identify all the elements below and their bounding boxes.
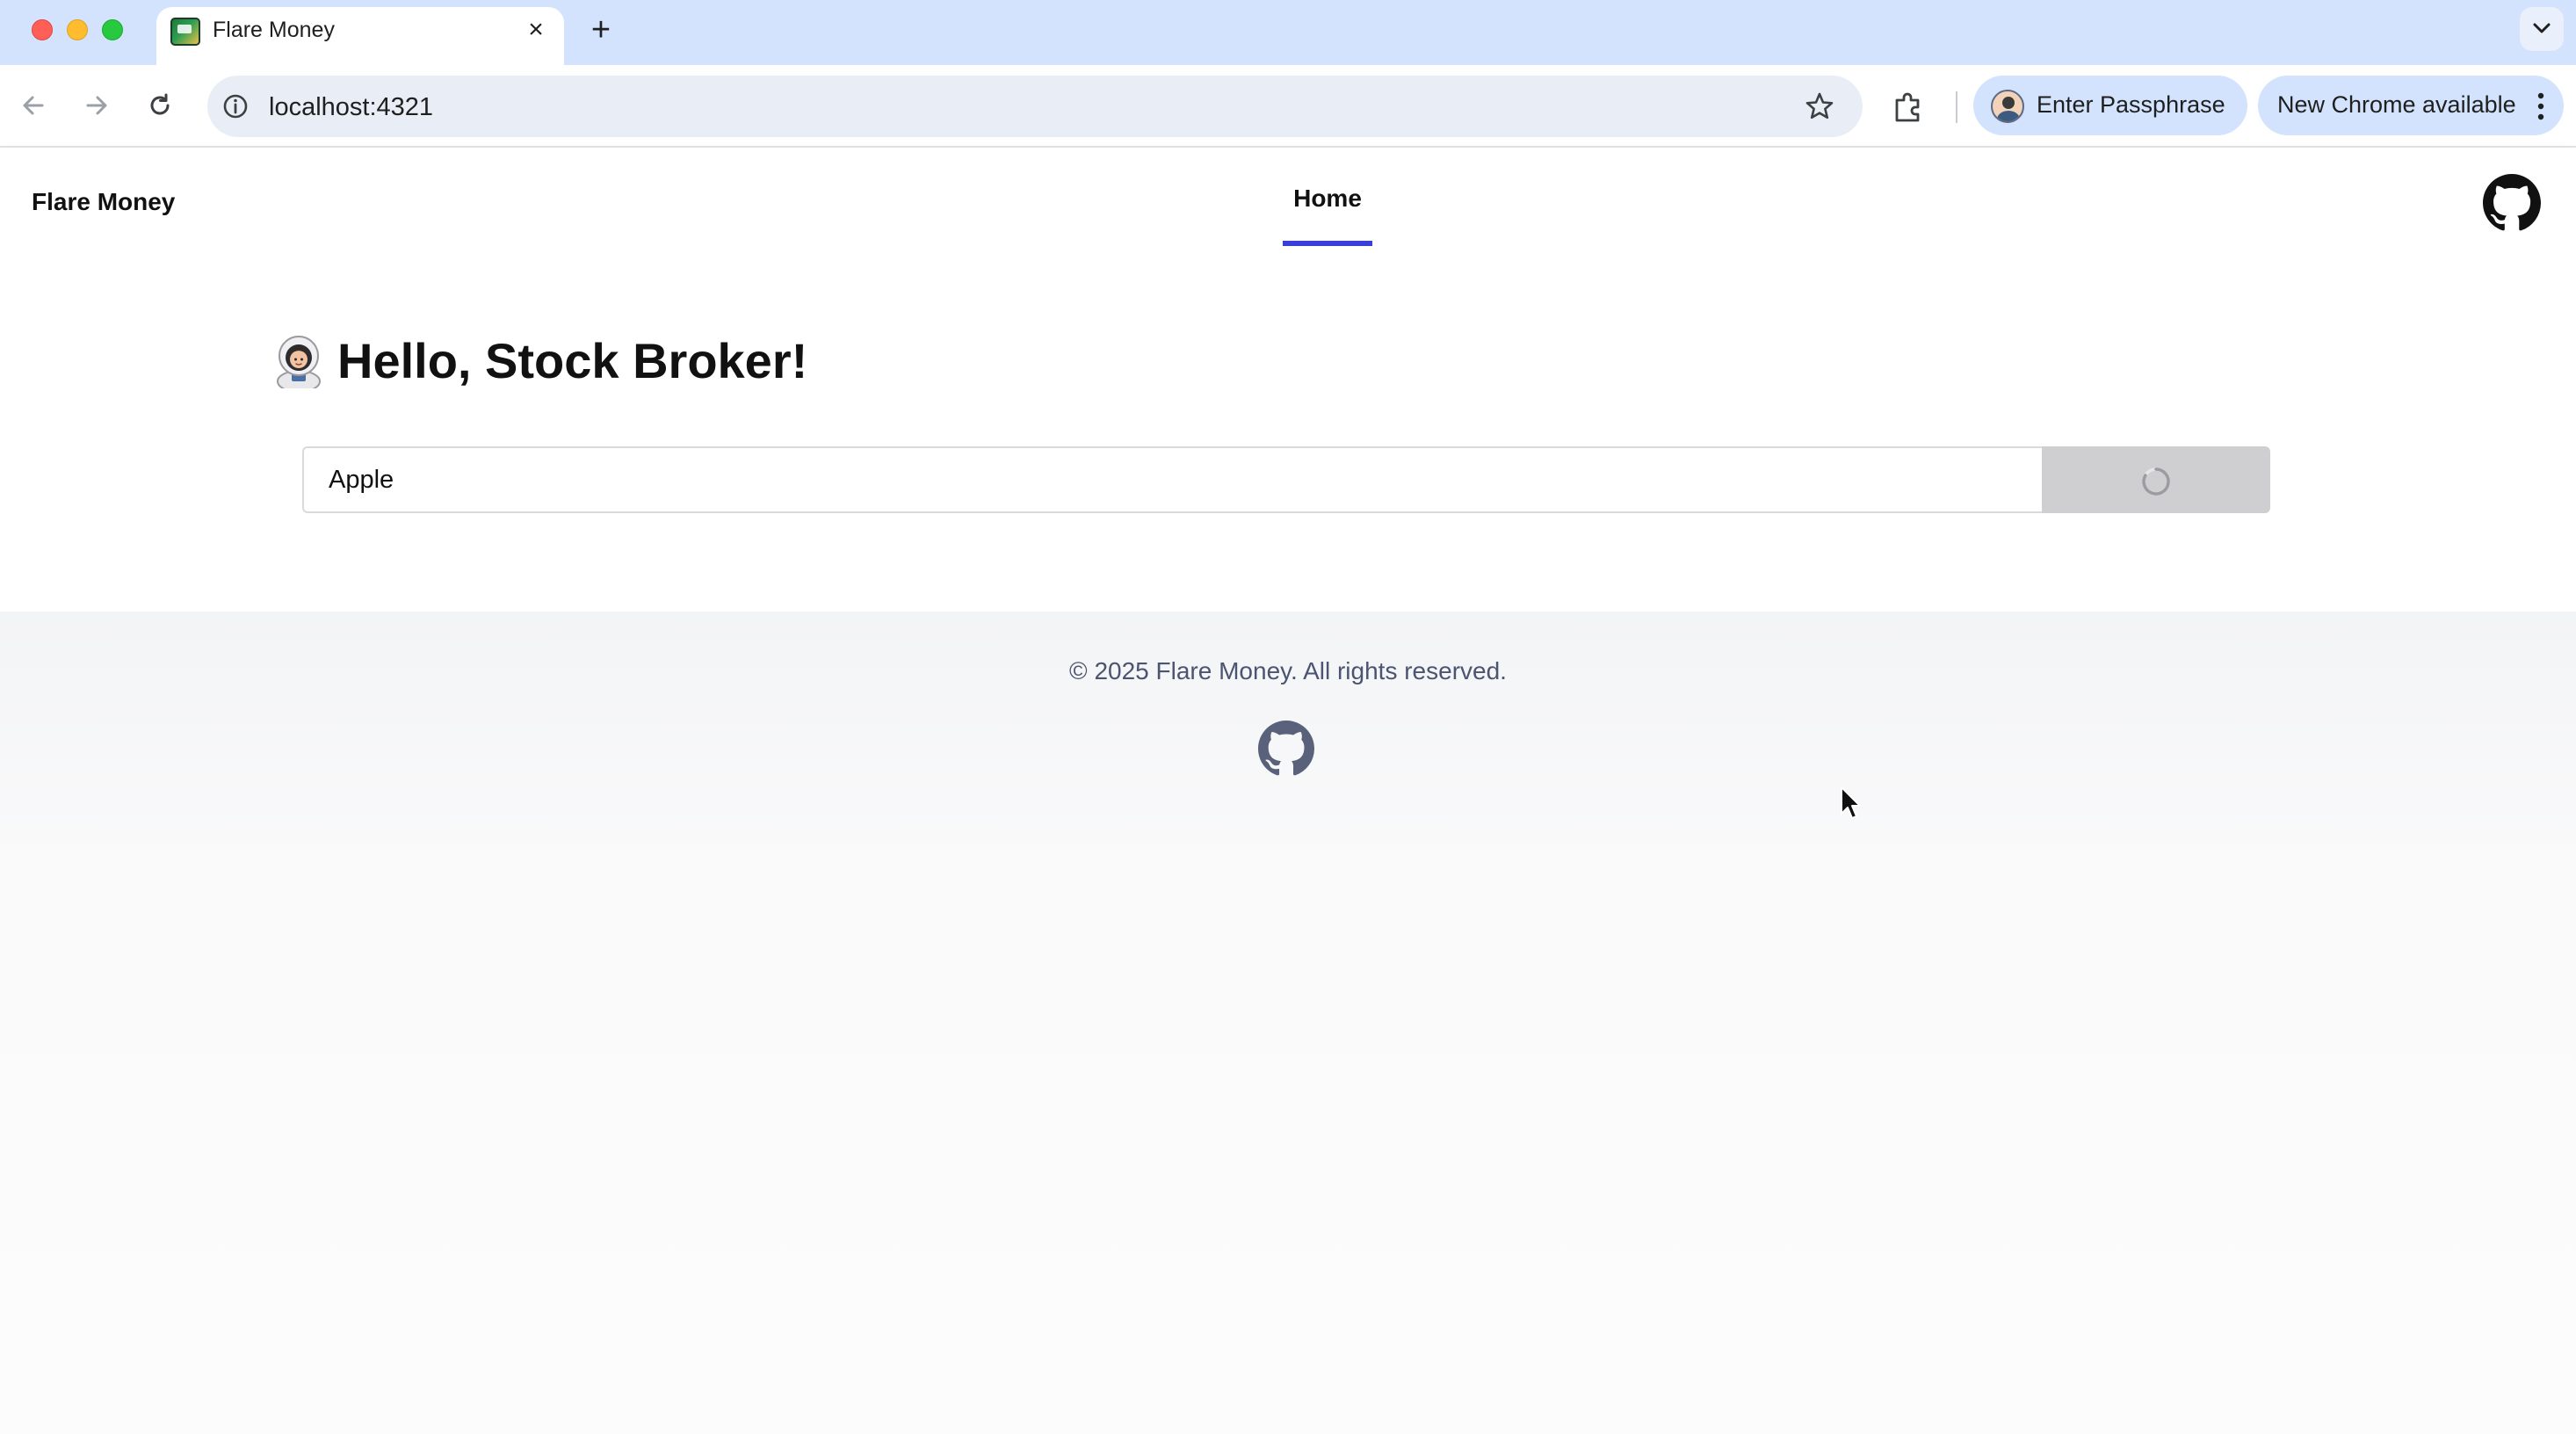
back-arrow-left-icon[interactable] — [12, 84, 54, 127]
chrome-update-button[interactable]: New Chrome available — [2258, 76, 2564, 135]
site-header: Flare Money Home — [0, 148, 2576, 258]
new-tab-plus-icon[interactable]: + — [582, 11, 620, 49]
loading-spinner-icon — [2140, 466, 2172, 497]
window-close-button[interactable] — [32, 19, 53, 40]
mouse-pointer-icon — [1840, 786, 1863, 821]
extensions-puzzle-icon[interactable] — [1889, 88, 1928, 127]
search-submit-button[interactable] — [2042, 446, 2270, 513]
toolbar-divider — [1956, 91, 1957, 123]
address-url: localhost:4321 — [269, 93, 434, 121]
update-label: New Chrome available — [2277, 91, 2516, 118]
address-bar[interactable]: localhost:4321 — [207, 76, 1863, 137]
tab-title: Flare Money — [213, 18, 335, 42]
bookmark-star-icon[interactable] — [1803, 90, 1836, 123]
github-icon[interactable] — [2483, 174, 2541, 232]
window-minimize-button[interactable] — [67, 19, 88, 40]
browser-tab-active[interactable]: Flare Money × — [156, 7, 564, 65]
site-footer: © 2025 Flare Money. All rights reserved. — [0, 612, 2576, 1434]
nav-link-home[interactable]: Home — [1283, 148, 1372, 250]
reload-icon[interactable] — [139, 84, 181, 127]
tab-close-icon[interactable]: × — [520, 14, 552, 46]
window-maximize-button[interactable] — [102, 19, 123, 40]
stock-search-input[interactable] — [302, 446, 2042, 513]
web-page: Flare Money Home Hello, Stock Broker! Ap… — [0, 148, 2576, 1434]
browser-toolbar: localhost:4321 Enter Passphrase New Chro… — [0, 65, 2576, 148]
github-icon[interactable] — [1258, 721, 1314, 777]
avatar — [1991, 90, 2024, 123]
greeting-heading: Hello, Stock Broker! — [337, 333, 808, 388]
copyright-text: © 2025 Flare Money. All rights reserved. — [1069, 657, 1507, 684]
active-nav-indicator — [1283, 241, 1372, 246]
brand-logo-link[interactable]: Flare Money — [32, 188, 175, 216]
site-info-icon[interactable] — [220, 91, 251, 122]
tab-list-chevron-down-icon[interactable] — [2520, 7, 2564, 51]
browser-tab-bar: Flare Money × + — [0, 0, 2576, 65]
profile-button[interactable]: Enter Passphrase — [1973, 76, 2247, 135]
nav-home-label: Home — [1293, 185, 1362, 212]
main-content: Hello, Stock Broker! — [0, 258, 2576, 612]
kebab-menu-icon[interactable] — [2532, 90, 2550, 123]
flare-money-favicon-icon — [170, 18, 200, 46]
forward-arrow-right-icon[interactable] — [76, 84, 118, 127]
astronaut-emoji-icon — [274, 334, 323, 393]
profile-label: Enter Passphrase — [2037, 91, 2225, 118]
